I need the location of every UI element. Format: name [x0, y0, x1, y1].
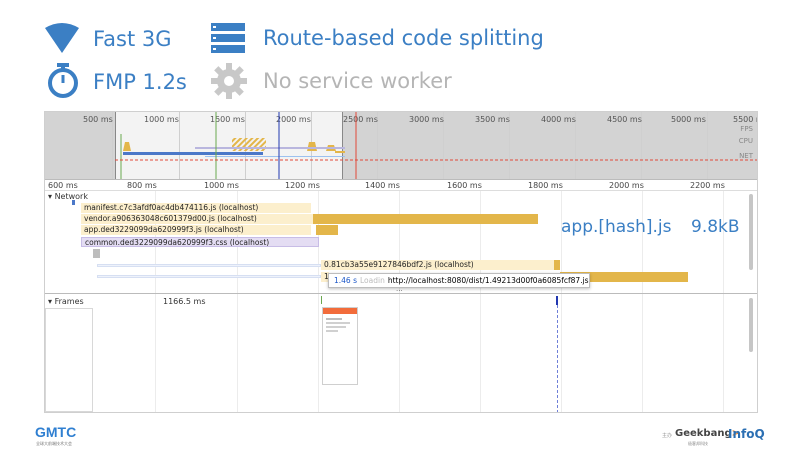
grid-line — [399, 191, 400, 412]
annotation-size: 9.8kB — [691, 217, 740, 237]
request-common-css-bar[interactable]: common.ded3229099da620999f3.css (localho… — [81, 237, 319, 247]
request-small-bar — [93, 249, 100, 258]
request-app-download-bar[interactable] — [316, 225, 338, 235]
fmp-metric-label: FMP 1.2s — [93, 70, 187, 94]
screenshot-thumbnail[interactable] — [322, 307, 358, 385]
service-worker-label: No service worker — [263, 69, 452, 93]
timeline-overview[interactable]: 500 ms 1000 ms 1500 ms 2000 ms 2500 ms 3… — [45, 112, 757, 179]
performance-panel: 500 ms 1000 ms 1500 ms 2000 ms 2500 ms 3… — [44, 111, 758, 413]
server-stack-icon — [211, 23, 245, 53]
network-scrollbar[interactable] — [749, 194, 753, 270]
timeline-ruler: 600 ms 800 ms 1000 ms 1200 ms 1400 ms 16… — [45, 179, 757, 191]
request-chunk0-download-bar[interactable] — [554, 260, 560, 270]
request-app-name: app.ded3229099da620999f3.js (localhost) — [84, 225, 244, 234]
ruler-tick-label: 600 ms — [48, 181, 78, 190]
thumbnail-text-line — [326, 322, 350, 324]
request-wait-line — [97, 275, 321, 278]
frame-duration: 1166.5 ms — [163, 297, 206, 306]
network-throttle-label: Fast 3G — [93, 27, 172, 51]
geekbang-logo-text: Geekbang — [675, 428, 732, 439]
request-vendor-download-bar[interactable] — [313, 214, 538, 224]
ruler-tick-label: 1400 ms — [365, 181, 400, 190]
frame-marker — [321, 296, 322, 304]
paint-marker — [556, 296, 558, 305]
ruler-tick-label: 1600 ms — [447, 181, 482, 190]
geekbang-logo-subtitle: 极客邦科技 — [688, 441, 708, 446]
request-manifest-name: manifest.c7c3afdf0ac4db474116.js (localh… — [84, 203, 259, 212]
request-manifest-bar[interactable]: manifest.c7c3afdf0ac4db474116.js (localh… — [81, 203, 311, 213]
thumbnail-text-line — [326, 318, 342, 320]
gear-icon — [211, 63, 247, 99]
ruler-tick-label: 2200 ms — [690, 181, 725, 190]
thumbnail-text-line — [326, 326, 346, 328]
network-section-toggle[interactable]: ▾ Network — [48, 192, 88, 201]
gmtc-logo-text: GMTC — [35, 425, 76, 439]
request-chunk0-name: 0.81cb3a55e9127846bdf2.js (localhost) — [324, 260, 474, 269]
tooltip-duration: 1.46 s — [334, 276, 357, 285]
frame-block[interactable] — [45, 308, 93, 412]
sponsor-prefix: 主办 — [662, 433, 673, 439]
thumbnail-header — [323, 308, 357, 314]
more-rows-indicator[interactable]: ... — [396, 285, 403, 293]
frames-scrollbar[interactable] — [749, 298, 753, 352]
tooltip-url: http://localhost:8080/dist/1.49213d00f0a… — [387, 276, 589, 285]
thumbnail-text-line — [326, 330, 338, 332]
request-common-css-name: common.ded3229099da620999f3.css (localho… — [85, 238, 270, 247]
request-app-bar[interactable]: app.ded3229099da620999f3.js (localhost) — [81, 225, 311, 235]
bundling-strategy-label: Route-based code splitting — [263, 26, 544, 50]
ruler-tick-label: 2000 ms — [609, 181, 644, 190]
stopwatch-icon — [48, 63, 78, 98]
grid-line — [480, 191, 481, 412]
request-vendor-bar[interactable]: vendor.a906363048c601379d00.js (localhos… — [81, 214, 313, 224]
tooltip-loading-label: Loadin — [360, 276, 385, 285]
ruler-tick-label: 1800 ms — [528, 181, 563, 190]
ruler-tick-label: 1200 ms — [285, 181, 320, 190]
request-wait-line — [97, 264, 321, 267]
request-start-marker — [72, 200, 75, 205]
frames-section-title: Frames — [54, 297, 84, 306]
frames-separator — [45, 293, 757, 294]
ruler-tick-label: 1000 ms — [204, 181, 239, 190]
annotation-filename: app.[hash].js — [561, 217, 672, 237]
request-vendor-name: vendor.a906363048c601379d00.js (localhos… — [84, 214, 257, 223]
ruler-tick-label: 800 ms — [127, 181, 157, 190]
request-tooltip: 1.46 s Loadin http://localhost:8080/dist/1… — [328, 273, 590, 288]
infoq-logo: InfoQ — [728, 427, 765, 441]
overview-activity-graph — [115, 112, 757, 179]
request-chunk0-bar[interactable]: 0.81cb3a55e9127846bdf2.js (localhost) — [321, 260, 554, 270]
gmtc-logo-mark: GMTC — [35, 425, 76, 439]
gmtc-logo-subtitle: 全球大前端技术大会 — [36, 441, 72, 446]
frames-section-toggle[interactable]: ▾ Frames — [48, 297, 84, 306]
paint-marker-line — [557, 305, 558, 412]
wifi-icon — [45, 23, 79, 53]
